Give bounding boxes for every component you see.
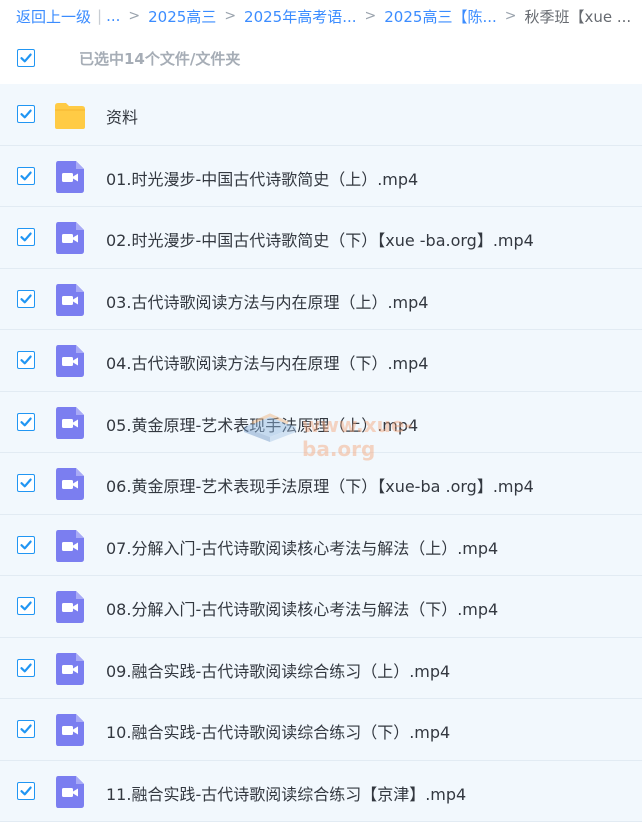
row-checkbox[interactable] <box>17 720 35 738</box>
row-checkbox[interactable] <box>17 659 35 677</box>
breadcrumb-current: 秋季班【xue ... <box>524 6 631 27</box>
video-file-icon <box>54 406 86 440</box>
breadcrumb-divider: | <box>97 7 102 25</box>
row-checkbox[interactable] <box>17 597 35 615</box>
checkmark-icon <box>19 169 33 183</box>
checkmark-icon <box>19 476 33 490</box>
checkmark-icon <box>19 661 33 675</box>
breadcrumb-item-2[interactable]: 2025年高考语... <box>244 6 356 27</box>
file-name[interactable]: 09.融合实践-古代诗歌阅读综合练习（上）.mp4 <box>106 658 450 682</box>
checkmark-icon <box>19 599 33 613</box>
file-row[interactable]: 01.时光漫步-中国古代诗歌简史（上）.mp4 <box>0 146 642 208</box>
breadcrumb-item-3[interactable]: 2025高三【陈... <box>384 6 496 27</box>
checkmark-icon <box>19 353 33 367</box>
checkmark-icon <box>19 51 33 65</box>
folder-icon <box>54 98 86 132</box>
breadcrumb-separator: > <box>224 8 236 24</box>
row-checkbox[interactable] <box>17 413 35 431</box>
file-name[interactable]: 10.融合实践-古代诗歌阅读综合练习（下）.mp4 <box>106 719 450 743</box>
file-row[interactable]: 08.分解入门-古代诗歌阅读核心考法与解法（下）.mp4 <box>0 576 642 638</box>
file-row[interactable]: 07.分解入门-古代诗歌阅读核心考法与解法（上）.mp4 <box>0 515 642 577</box>
row-checkbox[interactable] <box>17 351 35 369</box>
file-name[interactable]: 07.分解入门-古代诗歌阅读核心考法与解法（上）.mp4 <box>106 535 498 559</box>
file-name[interactable]: 08.分解入门-古代诗歌阅读核心考法与解法（下）.mp4 <box>106 596 498 620</box>
checkmark-icon <box>19 292 33 306</box>
video-file-icon <box>54 344 86 378</box>
row-checkbox[interactable] <box>17 782 35 800</box>
breadcrumb-separator: > <box>128 8 140 24</box>
folder-row[interactable]: 资料 <box>0 84 642 146</box>
video-file-icon <box>54 221 86 255</box>
row-checkbox[interactable] <box>17 105 35 123</box>
file-row[interactable]: 09.融合实践-古代诗歌阅读综合练习（上）.mp4 <box>0 638 642 700</box>
checkmark-icon <box>19 415 33 429</box>
file-name[interactable]: 05.黄金原理-艺术表现手法原理（上）.mp4 <box>106 412 418 436</box>
file-row[interactable]: 11.融合实践-古代诗歌阅读综合练习【京津】.mp4 <box>0 761 642 822</box>
file-list: 资料 01.时光漫步-中国古代诗歌简史（上）.mp4 02.时光漫步-中国古代诗歌简… <box>0 84 642 822</box>
back-link[interactable]: 返回上一级 <box>16 6 91 27</box>
select-all-checkbox[interactable] <box>17 49 35 67</box>
video-file-icon <box>54 160 86 194</box>
video-file-icon <box>54 283 86 317</box>
row-checkbox[interactable] <box>17 536 35 554</box>
file-name[interactable]: 01.时光漫步-中国古代诗歌简史（上）.mp4 <box>106 166 418 190</box>
file-row[interactable]: 06.黄金原理-艺术表现手法原理（下）【xue-ba .org】.mp4 <box>0 453 642 515</box>
video-file-icon <box>54 652 86 686</box>
row-checkbox[interactable] <box>17 474 35 492</box>
selection-header: 已选中14个文件/文件夹 <box>0 32 642 84</box>
checkmark-icon <box>19 784 33 798</box>
file-row[interactable]: 03.古代诗歌阅读方法与内在原理（上）.mp4 <box>0 269 642 331</box>
row-checkbox[interactable] <box>17 290 35 308</box>
breadcrumb-separator: > <box>505 8 517 24</box>
video-file-icon <box>54 775 86 809</box>
breadcrumb-separator: > <box>365 8 377 24</box>
file-row[interactable]: 10.融合实践-古代诗歌阅读综合练习（下）.mp4 <box>0 699 642 761</box>
video-file-icon <box>54 529 86 563</box>
row-checkbox[interactable] <box>17 167 35 185</box>
breadcrumb: 返回上一级 | ... > 2025高三 > 2025年高考语... > 202… <box>0 0 642 32</box>
file-row[interactable]: 02.时光漫步-中国古代诗歌简史（下）【xue -ba.org】.mp4 <box>0 207 642 269</box>
checkmark-icon <box>19 538 33 552</box>
video-file-icon <box>54 713 86 747</box>
checkmark-icon <box>19 722 33 736</box>
selection-summary: 已选中14个文件/文件夹 <box>79 48 240 69</box>
file-name[interactable]: 03.古代诗歌阅读方法与内在原理（上）.mp4 <box>106 289 428 313</box>
file-name[interactable]: 资料 <box>106 104 138 128</box>
file-row[interactable]: 05.黄金原理-艺术表现手法原理（上）.mp4 <box>0 392 642 454</box>
video-file-icon <box>54 590 86 624</box>
file-name[interactable]: 06.黄金原理-艺术表现手法原理（下）【xue-ba .org】.mp4 <box>106 473 534 497</box>
breadcrumb-ellipsis[interactable]: ... <box>106 7 120 25</box>
file-name[interactable]: 02.时光漫步-中国古代诗歌简史（下）【xue -ba.org】.mp4 <box>106 227 534 251</box>
breadcrumb-item-1[interactable]: 2025高三 <box>148 6 216 27</box>
file-name[interactable]: 11.融合实践-古代诗歌阅读综合练习【京津】.mp4 <box>106 781 466 805</box>
video-file-icon <box>54 467 86 501</box>
checkmark-icon <box>19 230 33 244</box>
row-checkbox[interactable] <box>17 228 35 246</box>
file-row[interactable]: 04.古代诗歌阅读方法与内在原理（下）.mp4 <box>0 330 642 392</box>
file-name[interactable]: 04.古代诗歌阅读方法与内在原理（下）.mp4 <box>106 350 428 374</box>
checkmark-icon <box>19 107 33 121</box>
